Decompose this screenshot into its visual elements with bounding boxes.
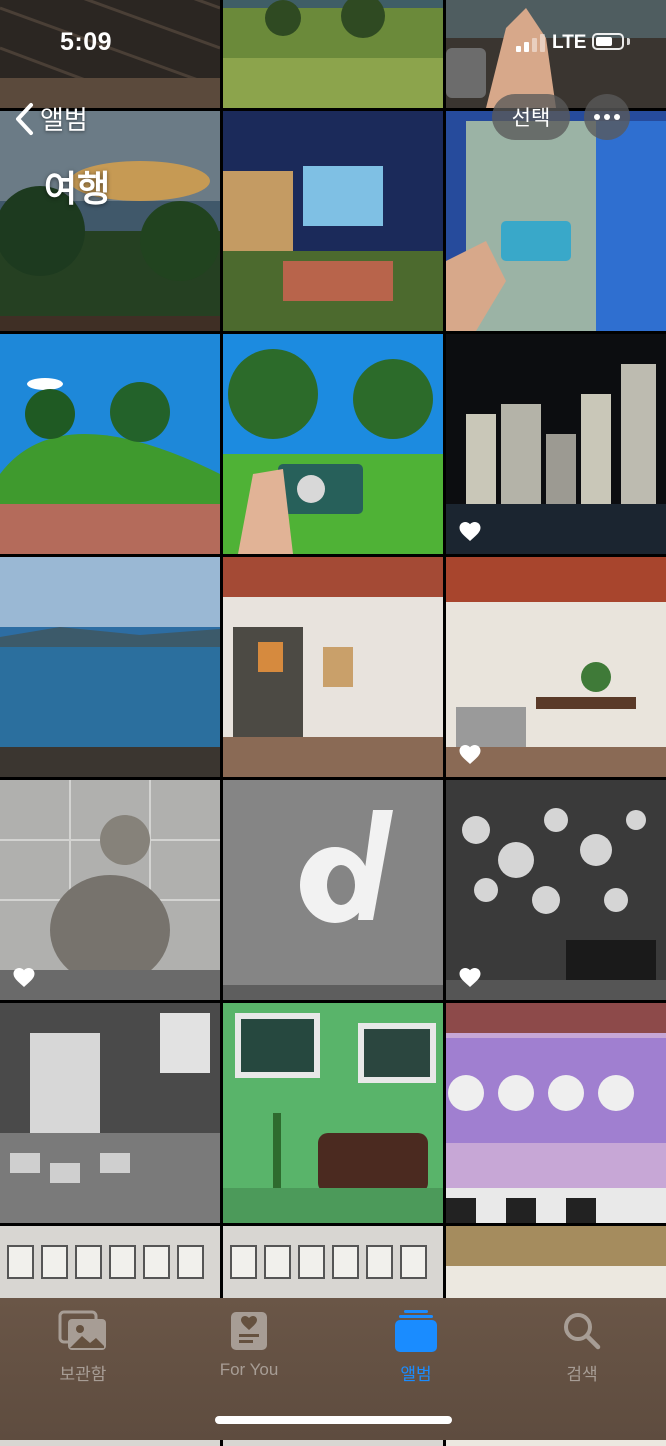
favorite-heart-icon bbox=[459, 745, 481, 764]
photo-tile[interactable] bbox=[0, 557, 220, 777]
status-time: 5:09 bbox=[60, 28, 113, 56]
photo-tile[interactable] bbox=[446, 557, 666, 777]
chevron-left-icon bbox=[16, 102, 33, 135]
photo-tile[interactable] bbox=[223, 334, 443, 554]
more-button[interactable] bbox=[584, 94, 630, 140]
photo-tile[interactable] bbox=[0, 334, 220, 554]
back-button[interactable]: 앨범 bbox=[12, 100, 88, 137]
album-title: 여행 bbox=[44, 168, 111, 209]
tab-library[interactable]: 보관함 bbox=[0, 1308, 166, 1388]
favorite-heart-icon bbox=[13, 968, 35, 987]
home-indicator[interactable] bbox=[215, 1416, 452, 1424]
tab-label: For You bbox=[219, 1360, 279, 1379]
tab-label: 검색 bbox=[566, 1365, 598, 1384]
photo-tile[interactable] bbox=[446, 780, 666, 1000]
albums-icon bbox=[395, 1310, 437, 1352]
select-button[interactable]: 선택 bbox=[492, 94, 570, 140]
search-icon bbox=[564, 1313, 601, 1350]
photo-tile[interactable] bbox=[0, 111, 220, 331]
tab-for-you[interactable]: For You bbox=[166, 1308, 332, 1388]
tab-label: 앨범 bbox=[400, 1365, 432, 1384]
photo-tile[interactable] bbox=[446, 1003, 666, 1223]
tab-label: 보관함 bbox=[59, 1365, 107, 1384]
photo-tile[interactable] bbox=[223, 111, 443, 331]
photo-tile[interactable] bbox=[223, 557, 443, 777]
more-icon bbox=[594, 114, 600, 120]
favorite-heart-icon bbox=[459, 968, 481, 987]
photo-tile[interactable] bbox=[446, 111, 666, 331]
photo-tile[interactable] bbox=[0, 780, 220, 1000]
tab-albums[interactable]: 앨범 bbox=[333, 1308, 499, 1388]
battery-icon bbox=[592, 33, 624, 50]
photo-tile[interactable] bbox=[223, 1003, 443, 1223]
cellular-signal-icon bbox=[516, 34, 545, 52]
photo-tile[interactable] bbox=[223, 780, 443, 1000]
network-type: LTE bbox=[552, 32, 587, 53]
status-bar: 5:09 LTE bbox=[0, 0, 666, 84]
photo-tile[interactable] bbox=[446, 334, 666, 554]
photo-library-icon bbox=[58, 1310, 106, 1350]
photo-tile[interactable] bbox=[0, 1003, 220, 1223]
back-label: 앨범 bbox=[40, 105, 88, 135]
for-you-icon bbox=[231, 1312, 267, 1350]
favorite-heart-icon bbox=[459, 522, 481, 541]
tab-search[interactable]: 검색 bbox=[499, 1308, 665, 1388]
